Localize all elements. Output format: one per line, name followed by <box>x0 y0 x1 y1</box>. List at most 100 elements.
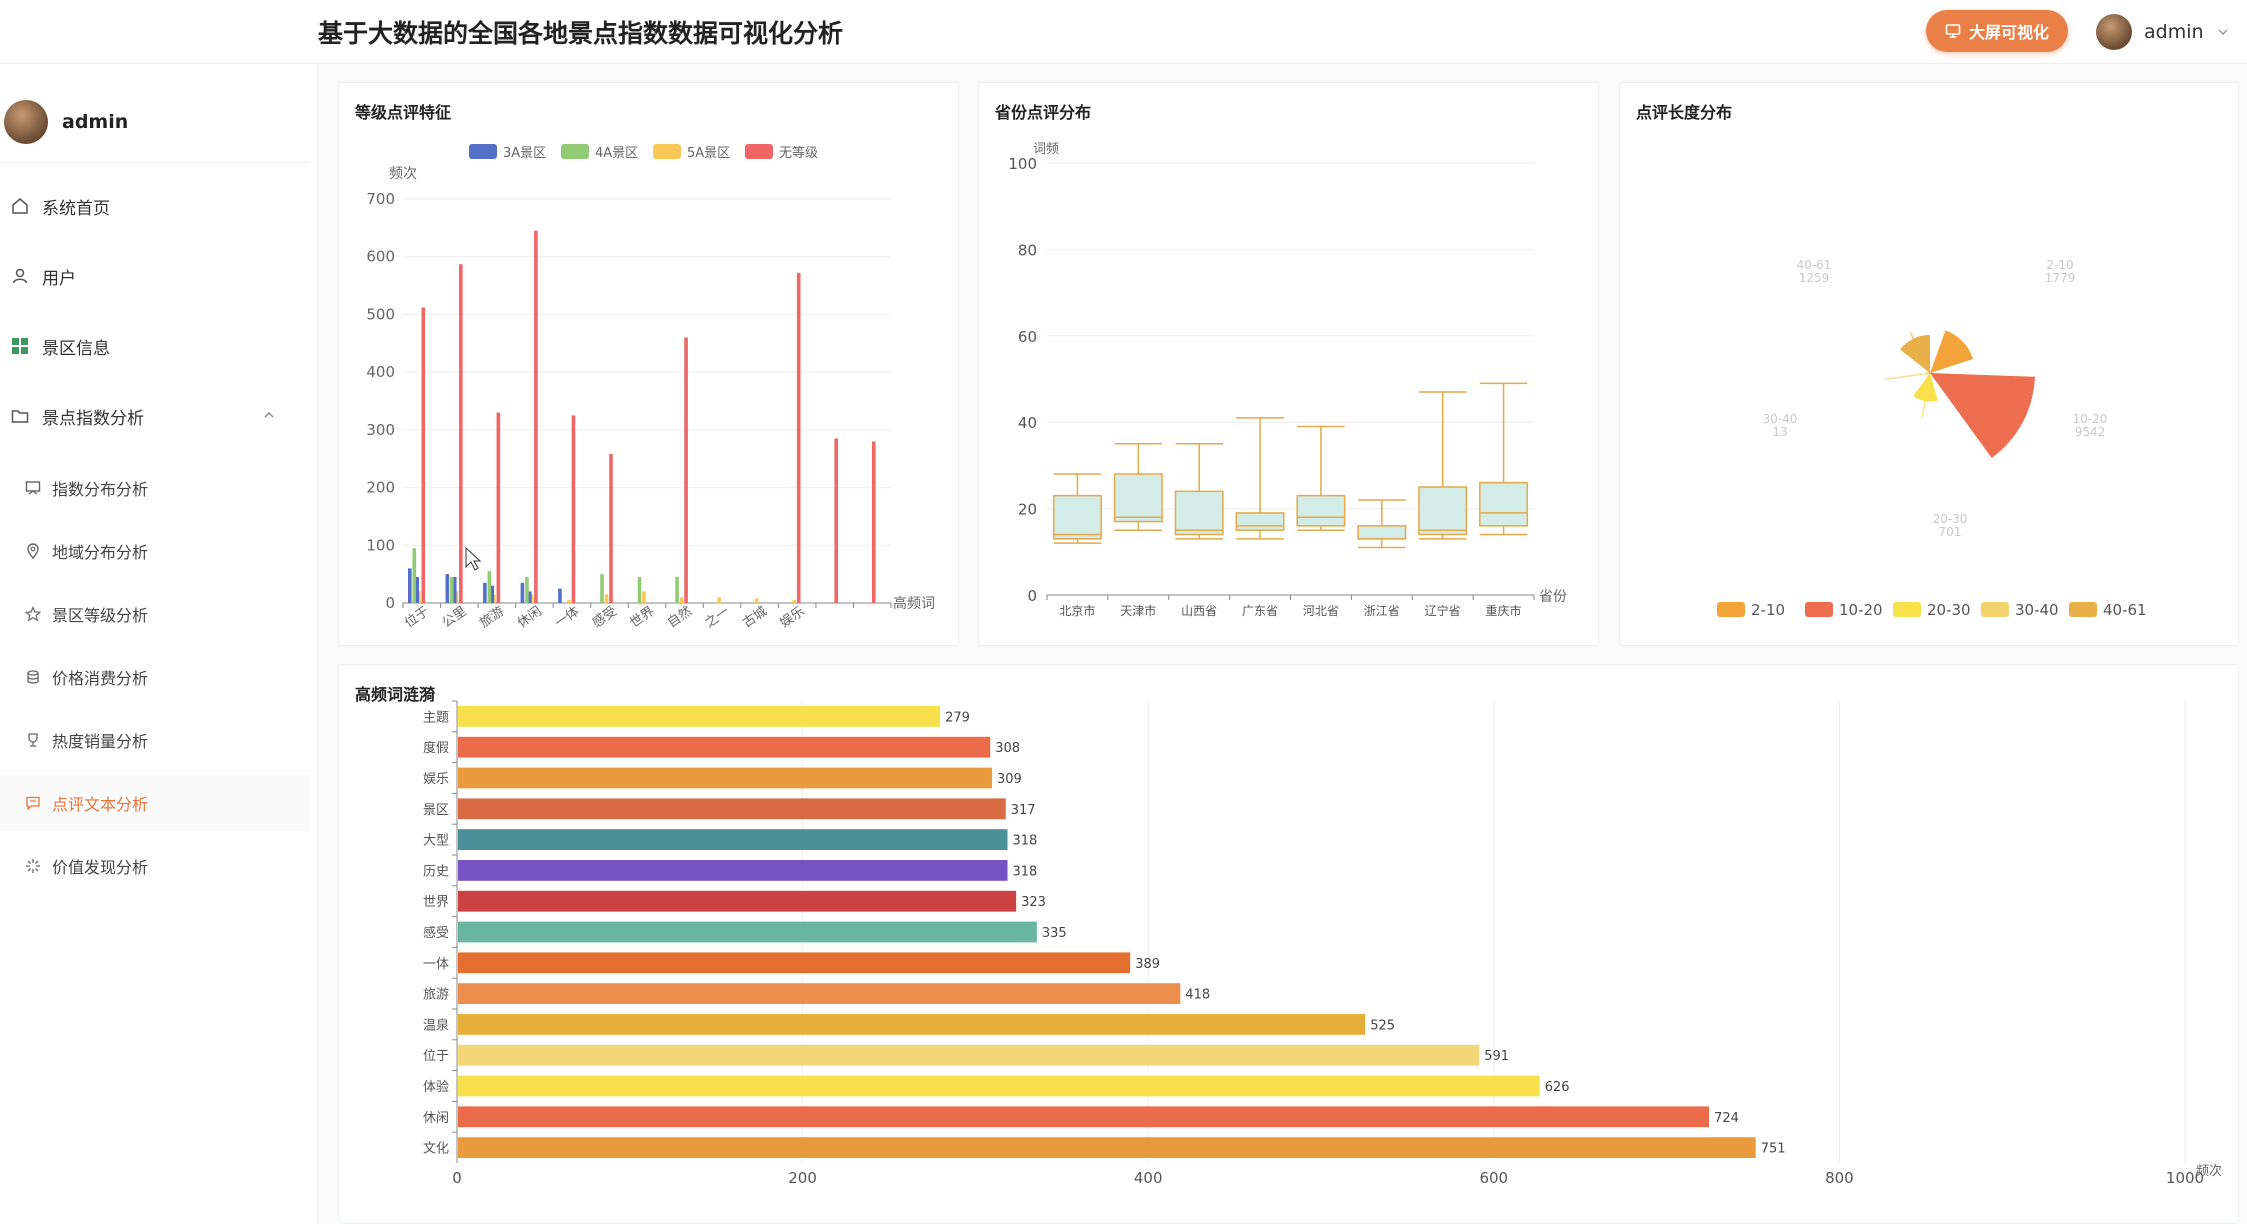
data-label: 724 <box>1714 1111 1739 1126</box>
y-tick-label: 景区 <box>423 803 449 818</box>
y-tick-label: 60 <box>1018 328 1037 346</box>
legend-label: 无等级 <box>779 145 818 161</box>
sidebar-item-scenic-info[interactable]: 景区信息 <box>0 318 310 374</box>
y-tick-label: 600 <box>366 248 395 266</box>
bar-5A景区 <box>717 597 721 603</box>
y-tick-label: 世界 <box>423 895 449 910</box>
legend-swatch <box>561 144 589 159</box>
sidebar-subitem-price-analysis[interactable]: 价格消费分析 <box>0 649 310 705</box>
y-tick-label: 100 <box>366 536 395 554</box>
x-tick-label: 辽宁省 <box>1425 603 1461 618</box>
slice-value: 1779 <box>2045 271 2076 285</box>
sidebar-item-label: 系统首页 <box>42 198 110 219</box>
bar-5A景区 <box>754 598 759 603</box>
sidebar-subitem-hot-sales[interactable]: 热度销量分析 <box>0 712 310 768</box>
bar-4A景区 <box>450 577 454 603</box>
y-tick-label: 主题 <box>423 710 449 725</box>
bar-5A景区 <box>679 597 684 603</box>
bar-3A景区 <box>558 588 562 603</box>
data-label: 626 <box>1545 1080 1570 1095</box>
x-tick-label: 旅游 <box>477 604 507 631</box>
bar-无等级 <box>534 230 538 603</box>
sidebar: admin 系统首页 用户 景区信息 景点指数分析 指数分布分析 地域分布分析 <box>0 64 318 1224</box>
y-tick-label: 80 <box>1018 241 1037 259</box>
legend-label: 3A景区 <box>503 146 546 161</box>
data-label: 751 <box>1761 1142 1786 1157</box>
x-tick-label: 400 <box>1134 1169 1163 1187</box>
sidebar-subitem-value-discovery[interactable]: 价值发现分析 <box>0 838 310 894</box>
sidebar-subitem-comment-text[interactable]: 点评文本分析 <box>0 775 310 831</box>
big-screen-button[interactable]: 大屏可视化 <box>1926 10 2068 52</box>
sidebar-subitem-label: 热度销量分析 <box>52 732 149 751</box>
header-username: admin <box>2144 21 2204 43</box>
y-tick-label: 体验 <box>423 1079 449 1095</box>
bar-温泉 <box>458 1014 1366 1035</box>
word-chart-card: 高频词涟漪 0 200 400 600 800 1000 频次 主题 279 度假 308 娱乐 309… <box>338 664 2239 1224</box>
y-tick-label: 0 <box>385 594 395 612</box>
bar-历史 <box>458 860 1008 881</box>
bar-世界 <box>458 890 1017 912</box>
province-chart-card: 省份点评分布 0 20 40 60 80 100 词频 省份 北京市 天津市 山西省 广东省 河北省 浙江… <box>978 82 1599 646</box>
sidebar-item-user[interactable]: 用户 <box>0 248 310 304</box>
x-tick-label: 世界 <box>627 604 657 631</box>
sidebar-item-home[interactable]: 系统首页 <box>0 178 310 234</box>
sidebar-subitem-grade-analysis[interactable]: 景区等级分析 <box>0 586 310 642</box>
y-tick-label: 感受 <box>423 925 449 941</box>
data-label: 279 <box>945 710 970 725</box>
x-tick-label: 自然 <box>664 603 694 631</box>
bar-5A景区 <box>792 600 796 603</box>
box <box>1113 473 1163 523</box>
box <box>1357 525 1407 540</box>
comment-icon <box>24 794 42 812</box>
box <box>1235 512 1285 531</box>
bar-3A景区 <box>491 585 495 603</box>
sidebar-item-index-analysis[interactable]: 景点指数分析 <box>0 388 310 444</box>
slice-label: 20-30 <box>1933 512 1968 526</box>
sidebar-subitem-label: 指数分布分析 <box>52 480 149 499</box>
bar-3A景区 <box>408 568 412 603</box>
legend-label: 10-20 <box>1839 601 1883 619</box>
top-header: 基于大数据的全国各地景点指数数据可视化分析 大屏可视化 admin <box>0 0 2247 64</box>
legend-label: 20-30 <box>1927 601 1971 619</box>
user-menu[interactable]: admin <box>2096 12 2230 52</box>
box <box>1052 494 1102 540</box>
sidebar-subitem-index-distribution[interactable]: 指数分布分析 <box>0 460 310 516</box>
page-title: 基于大数据的全国各地景点指数数据可视化分析 <box>318 19 844 48</box>
bar-休闲 <box>458 1106 1710 1128</box>
y-tick-label: 40 <box>1018 414 1037 432</box>
province-boxplot-chart: 0 20 40 60 80 100词频省份北京市 天津市 山西省 广东省 河北省 浙江省 辽宁省 重庆市 <box>1008 142 1567 618</box>
legend-swatch <box>2069 602 2097 617</box>
x-tick-label: 休闲 <box>515 604 545 631</box>
bar-3A景区 <box>528 591 532 603</box>
bar-4A景区 <box>675 577 679 603</box>
bar-3A景区 <box>445 574 450 603</box>
legend-swatch <box>745 144 773 159</box>
home-icon <box>10 196 30 216</box>
slice-value: 701 <box>1939 525 1962 539</box>
bar-3A景区 <box>453 577 457 603</box>
sidebar-subitem-label: 点评文本分析 <box>52 795 149 814</box>
legend-swatch <box>1805 602 1833 617</box>
legend-label: 4A景区 <box>595 146 638 161</box>
length-rose-chart: 2-10177910-20954220-3070130-401340-61125… <box>1717 258 2147 619</box>
y-tick-label: 20 <box>1018 501 1037 519</box>
bar-无等级 <box>459 264 463 603</box>
user-icon <box>10 266 30 286</box>
sidebar-subitem-region-distribution[interactable]: 地域分布分析 <box>0 523 310 579</box>
sidebar-subitem-label: 价值发现分析 <box>52 858 149 877</box>
bar-位于 <box>458 1044 1480 1066</box>
coins-icon <box>24 668 42 686</box>
bar-无等级 <box>571 415 576 603</box>
x-tick-label: 天津市 <box>1120 603 1156 618</box>
chart-icon <box>24 479 42 497</box>
legend-swatch <box>469 144 497 159</box>
bar-3A景区 <box>483 582 487 603</box>
monitor-icon <box>1945 24 1961 38</box>
legend-label: 40-61 <box>2103 601 2147 619</box>
data-label: 308 <box>995 741 1020 756</box>
avatar <box>2096 14 2132 50</box>
star-icon <box>24 605 42 623</box>
slice-label: 2-10 <box>2046 258 2073 272</box>
bar-3A景区 <box>520 582 525 603</box>
x-tick-label: 感受 <box>589 603 619 631</box>
